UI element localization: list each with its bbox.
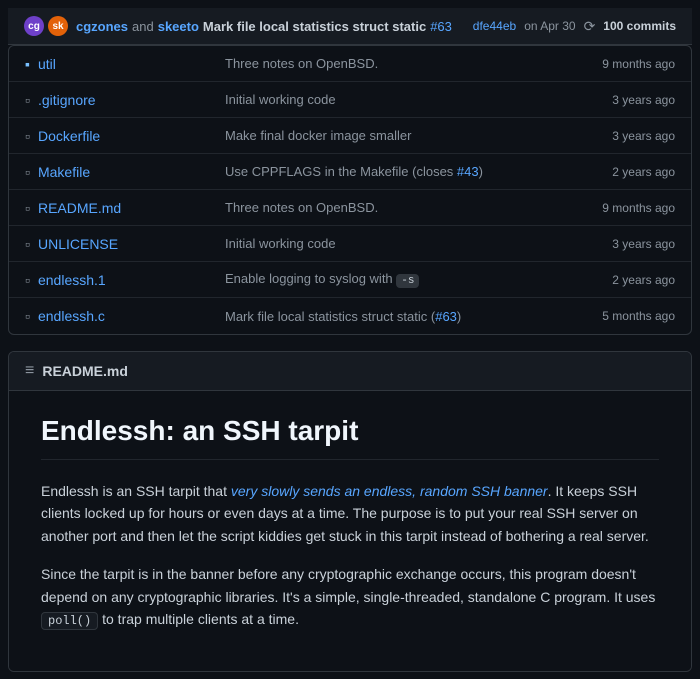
file-name-cell: ▫ README.md [25, 200, 225, 216]
file-icon: ▫ [25, 308, 30, 324]
file-name-cell: ▫ UNLICENSE [25, 236, 225, 252]
readme-h1: Endlessh: an SSH tarpit [41, 415, 659, 460]
commit-meta: dfe44eb on Apr 30 ⟳ 100 commits [473, 18, 676, 35]
table-row: ▫ Dockerfile Make final docker image sma… [9, 118, 691, 154]
file-time: 9 months ago [555, 57, 675, 71]
file-name-cell: ▫ Dockerfile [25, 128, 225, 144]
file-icon: ▫ [25, 92, 30, 108]
table-row: ▫ endlessh.1 Enable logging to syslog wi… [9, 262, 691, 298]
file-link[interactable]: util [38, 56, 56, 72]
commit-bar: cg sk cgzones and skeeto Mark file local… [8, 8, 692, 45]
file-commit-msg: Three notes on OpenBSD. [225, 200, 555, 215]
commit-message-text: Mark file local statistics struct static [203, 19, 426, 34]
file-link[interactable]: endlessh.1 [38, 272, 106, 288]
commit-link[interactable]: #63 [430, 19, 452, 34]
file-time: 5 months ago [555, 309, 675, 323]
file-name-cell: ▫ endlessh.1 [25, 272, 225, 288]
file-commit-msg: Enable logging to syslog with -s [225, 271, 555, 288]
file-icon: ▫ [25, 164, 30, 180]
file-commit-msg: Initial working code [225, 236, 555, 251]
file-commit-msg: Mark file local statistics struct static… [225, 309, 555, 324]
table-row: ▪ util Three notes on OpenBSD. 9 months … [9, 46, 691, 82]
file-table: ▪ util Three notes on OpenBSD. 9 months … [8, 45, 692, 335]
file-icon: ▫ [25, 128, 30, 144]
avatar-group: cg sk [24, 16, 68, 36]
file-commit-msg: Use CPPFLAGS in the Makefile (closes #43… [225, 164, 555, 179]
readme-code-poll: poll() [41, 612, 98, 630]
file-commit-msg: Make final docker image smaller [225, 128, 555, 143]
commits-count[interactable]: 100 commits [603, 19, 676, 33]
readme-section: ≡ README.md Endlessh: an SSH tarpit Endl… [8, 351, 692, 672]
file-name-cell: ▫ Makefile [25, 164, 225, 180]
avatar-skeeto[interactable]: sk [48, 16, 68, 36]
file-time: 3 years ago [555, 237, 675, 251]
file-time: 3 years ago [555, 93, 675, 107]
author2-link[interactable]: skeeto [158, 19, 199, 34]
file-icon: ▫ [25, 236, 30, 252]
readme-filename: README.md [42, 363, 128, 379]
readme-p1-before: Endlessh is an SSH tarpit that [41, 483, 231, 499]
commit-badge: -s [396, 274, 419, 288]
commit-date: on Apr 30 [524, 19, 575, 33]
file-icon: ▫ [25, 272, 30, 288]
file-link[interactable]: endlessh.c [38, 308, 105, 324]
file-link[interactable]: README.md [38, 200, 121, 216]
readme-header: ≡ README.md [9, 352, 691, 391]
avatar-initials: cg [28, 21, 40, 32]
file-name-cell: ▪ util [25, 56, 225, 72]
author1-link[interactable]: cgzones [76, 19, 128, 34]
avatar-cgzones[interactable]: cg [24, 16, 44, 36]
commit-hash[interactable]: dfe44eb [473, 19, 516, 33]
table-row: ▫ UNLICENSE Initial working code 3 years… [9, 226, 691, 262]
file-time: 9 months ago [555, 201, 675, 215]
file-time: 2 years ago [555, 165, 675, 179]
readme-p2-after: to trap multiple clients at a time. [102, 611, 299, 627]
readme-paragraph-2: Since the tarpit is in the banner before… [41, 563, 659, 631]
avatar-initials-2: sk [52, 21, 63, 32]
table-row: ▫ Makefile Use CPPFLAGS in the Makefile … [9, 154, 691, 190]
readme-content: Endlessh: an SSH tarpit Endlessh is an S… [9, 391, 691, 671]
file-link[interactable]: .gitignore [38, 92, 96, 108]
file-commit-msg: Initial working code [225, 92, 555, 107]
file-commit-msg: Three notes on OpenBSD. [225, 56, 555, 71]
conjunction-text: and [132, 19, 154, 34]
file-time: 2 years ago [555, 273, 675, 287]
file-link[interactable]: UNLICENSE [38, 236, 118, 252]
file-name-cell: ▫ .gitignore [25, 92, 225, 108]
history-icon: ⟳ [584, 18, 596, 35]
table-row: ▫ README.md Three notes on OpenBSD. 9 mo… [9, 190, 691, 226]
file-name-cell: ▫ endlessh.c [25, 308, 225, 324]
readme-p2-text: Since the tarpit is in the banner before… [41, 566, 655, 604]
folder-icon: ▪ [25, 56, 30, 72]
issue-link[interactable]: #43 [457, 164, 479, 179]
table-row: ▫ .gitignore Initial working code 3 year… [9, 82, 691, 118]
file-link[interactable]: Makefile [38, 164, 90, 180]
commit-authors: cgzones and skeeto Mark file local stati… [76, 19, 465, 34]
readme-p1-link[interactable]: very slowly sends an endless, random SSH… [231, 483, 548, 499]
readme-list-icon: ≡ [25, 362, 34, 380]
file-link[interactable]: Dockerfile [38, 128, 100, 144]
readme-paragraph-1: Endlessh is an SSH tarpit that very slow… [41, 480, 659, 547]
issue-link[interactable]: #63 [435, 309, 457, 324]
file-icon: ▫ [25, 200, 30, 216]
table-row: ▫ endlessh.c Mark file local statistics … [9, 298, 691, 334]
file-time: 3 years ago [555, 129, 675, 143]
